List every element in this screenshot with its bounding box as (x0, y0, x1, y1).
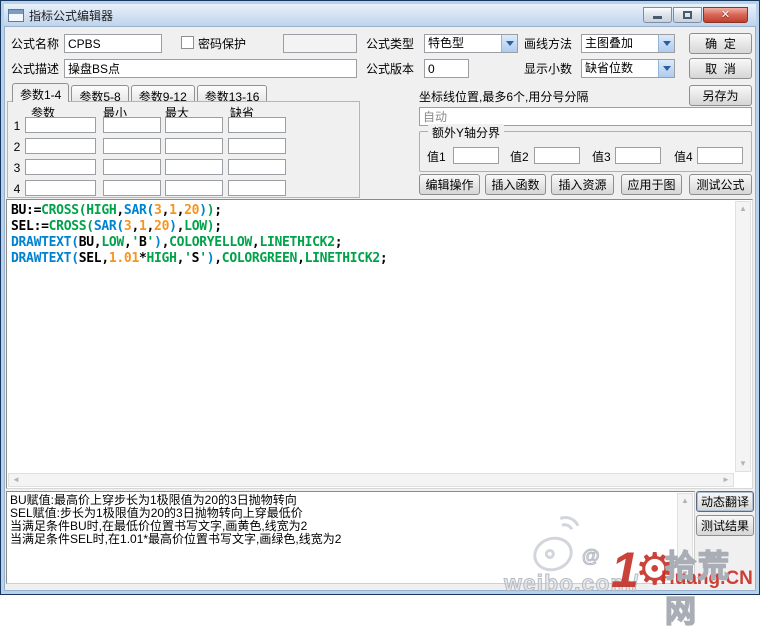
param-input-r2c2[interactable] (103, 138, 161, 154)
param-input-r4c1[interactable] (25, 180, 96, 196)
edit-operation-button[interactable]: 编辑操作 (419, 174, 480, 195)
translation-scrollbar[interactable]: ▲ ▼ (677, 493, 693, 582)
formula-name-label: 公式名称 (11, 37, 60, 51)
formula-code-editor[interactable]: BU:=CROSS(HIGH,SAR(3,1,20)); SEL:=CROSS(S… (6, 199, 753, 489)
formula-version-input[interactable] (424, 59, 469, 78)
param-input-r3c2[interactable] (103, 159, 161, 175)
tab-params-3[interactable]: 参数9-12 (130, 85, 195, 104)
save-as-button[interactable]: 另存为 (689, 85, 752, 106)
param-row-number: 4 (13, 182, 21, 196)
code-line-1: BU:=CROSS(HIGH,SAR(3,1,20)); (11, 203, 222, 218)
param-input-r3c3[interactable] (165, 159, 223, 175)
param-input-r2c1[interactable] (25, 138, 96, 154)
formula-desc-input[interactable] (64, 59, 357, 78)
y-value-label-4: 值4 (674, 150, 693, 164)
y-value-input-1[interactable] (453, 147, 499, 164)
code-vertical-scrollbar[interactable]: ▲ ▼ (735, 201, 751, 472)
param-input-r3c1[interactable] (25, 159, 96, 175)
extra-y-axis-group: 额外Y轴分界 值1 值2 值3 值4 (419, 124, 752, 172)
scroll-down-icon[interactable]: ▼ (678, 567, 692, 581)
dynamic-translate-button[interactable]: 动态翻译 (696, 491, 754, 512)
translation-panel: BU赋值:最高价上穿步长为1极限值为20的3日抛物转向 SEL赋值:步长为1极限值… (6, 491, 695, 584)
insert-resource-button[interactable]: 插入资源 (551, 174, 614, 195)
dialog-window: 指标公式编辑器 ✕ 公式名称 密码保护 公式类型 特色型 画线方法 主图叠加 确… (0, 0, 760, 630)
close-button[interactable]: ✕ (703, 7, 748, 23)
y-value-label-2: 值2 (510, 150, 529, 164)
tab-params-2[interactable]: 参数5-8 (71, 85, 129, 104)
test-result-button[interactable]: 测试结果 (696, 515, 754, 536)
formula-type-label: 公式类型 (366, 37, 415, 51)
param-input-r4c2[interactable] (103, 180, 161, 196)
decimal-display-label: 显示小数 (524, 62, 573, 76)
translation-line-4: 当满足条件SEL时,在1.01*最高价位置书写文字,画绿色,线宽为2 (10, 532, 342, 546)
parameter-panel: 参数 最小 最大 缺省 1 2 3 4 (7, 101, 360, 198)
param-row-number: 1 (13, 119, 21, 133)
code-horizontal-scrollbar[interactable]: ◄ ► (8, 473, 734, 487)
titlebar[interactable]: 指标公式编辑器 ✕ (4, 4, 756, 26)
scroll-up-icon[interactable]: ▲ (678, 494, 692, 508)
extra-y-axis-title: 额外Y轴分界 (428, 124, 505, 141)
maximize-icon (683, 11, 692, 19)
chevron-down-icon[interactable] (658, 60, 674, 77)
dialog-client: 公式名称 密码保护 公式类型 特色型 画线方法 主图叠加 确 定 公式描述 公式… (4, 26, 756, 630)
maximize-button[interactable] (673, 7, 702, 23)
tab-params-1[interactable]: 参数1-4 (12, 83, 70, 102)
window-icon (8, 8, 24, 22)
y-value-label-3: 值3 (592, 150, 611, 164)
formula-version-label: 公式版本 (366, 62, 415, 76)
minimize-button[interactable] (643, 7, 672, 23)
param-input-r3c4[interactable] (228, 159, 286, 175)
apply-to-chart-button[interactable]: 应用于图 (621, 174, 682, 195)
cancel-button[interactable]: 取 消 (689, 58, 752, 79)
param-input-r2c4[interactable] (228, 138, 286, 154)
close-icon: ✕ (720, 8, 731, 21)
draw-method-label: 画线方法 (524, 37, 573, 51)
insert-function-button[interactable]: 插入函数 (485, 174, 546, 195)
scroll-down-icon[interactable]: ▼ (736, 457, 750, 471)
coordinate-hint-label: 坐标线位置,最多6个,用分号分隔 (419, 90, 589, 104)
decimal-display-select[interactable]: 缺省位数 (581, 59, 675, 78)
chevron-down-icon[interactable] (658, 35, 674, 52)
param-input-r4c4[interactable] (228, 180, 286, 196)
code-line-2: SEL:=CROSS(SAR(3,1,20),LOW); (11, 219, 222, 234)
password-input[interactable] (283, 34, 357, 53)
formula-name-input[interactable] (64, 34, 162, 53)
y-value-input-4[interactable] (697, 147, 743, 164)
code-line-3: DRAWTEXT(BU,LOW,'B'),COLORYELLOW,LINETHI… (11, 235, 343, 250)
param-input-r1c1[interactable] (25, 117, 96, 133)
ok-button[interactable]: 确 定 (689, 33, 752, 54)
test-formula-button[interactable]: 测试公式 (689, 174, 752, 195)
scroll-left-icon[interactable]: ◄ (9, 473, 23, 487)
minimize-icon (653, 16, 662, 19)
tab-params-4[interactable]: 参数13-16 (196, 85, 268, 104)
y-value-input-2[interactable] (534, 147, 580, 164)
translation-text: BU赋值:最高价上穿步长为1极限值为20的3日抛物转向 SEL赋值:步长为1极限值… (10, 494, 675, 581)
y-value-label-1: 值1 (427, 150, 446, 164)
param-row-number: 3 (13, 161, 21, 175)
param-input-r1c3[interactable] (165, 117, 223, 133)
param-input-r1c4[interactable] (228, 117, 286, 133)
param-input-r1c2[interactable] (103, 117, 161, 133)
parameter-tabs: 参数1-4 参数5-8 参数9-12 参数13-16 (12, 83, 269, 104)
code-line-4: DRAWTEXT(SEL,1.01*HIGH,'S'),COLORGREEN,L… (11, 251, 388, 266)
code-text[interactable]: BU:=CROSS(HIGH,SAR(3,1,20)); SEL:=CROSS(S… (11, 203, 732, 471)
formula-desc-label: 公式描述 (11, 62, 60, 76)
scroll-right-icon[interactable]: ► (719, 473, 733, 487)
window-title: 指标公式编辑器 (29, 8, 114, 23)
draw-method-select[interactable]: 主图叠加 (581, 34, 675, 53)
param-input-r4c3[interactable] (165, 180, 223, 196)
chevron-down-icon[interactable] (501, 35, 517, 52)
y-value-input-3[interactable] (615, 147, 661, 164)
param-input-r2c3[interactable] (165, 138, 223, 154)
scroll-up-icon[interactable]: ▲ (736, 202, 750, 216)
formula-type-select[interactable]: 特色型 (424, 34, 518, 53)
password-protect-checkbox[interactable] (181, 36, 194, 49)
param-row-number: 2 (13, 140, 21, 154)
password-protect-label: 密码保护 (198, 37, 247, 51)
